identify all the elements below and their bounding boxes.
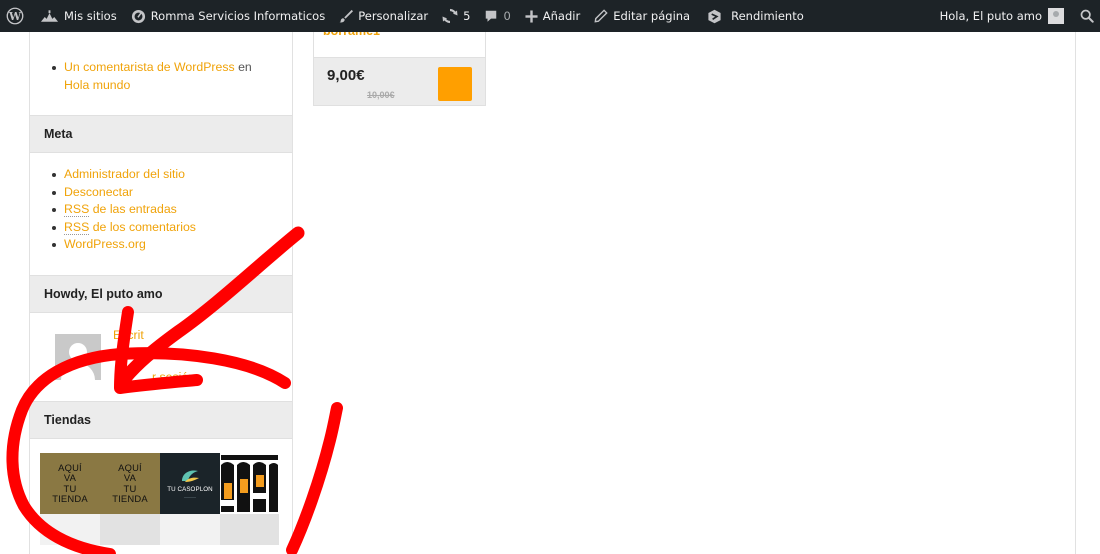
- list-item: RSS de las entradas: [52, 201, 292, 219]
- comment-post-link[interactable]: Hola mundo: [64, 78, 130, 92]
- howdy-widget-title: Howdy, El puto amo: [30, 275, 292, 313]
- edit-page-label: Editar página: [613, 9, 691, 23]
- casoplon-leaf-logo-icon: [182, 470, 199, 482]
- store-tu-casoplon-name: TU CASOPLON: [167, 486, 213, 493]
- paintbrush-icon: [339, 9, 354, 23]
- entries-rss-link[interactable]: RSS de las entradas: [64, 202, 177, 217]
- admin-bar: W Mis sitios Romma Servicios Informatico…: [0, 0, 1100, 32]
- recent-comments-list: Un comentarista de WordPress en Hola mun…: [30, 59, 292, 94]
- updates-button[interactable]: 5: [435, 0, 477, 32]
- rss-abbreviation: RSS: [64, 202, 90, 217]
- site-name-label: Romma Servicios Informaticos: [150, 9, 326, 23]
- performance-cube-icon: [708, 9, 721, 23]
- arches-logo-icon: [220, 453, 279, 514]
- store-placeholder-line: VA: [123, 472, 137, 483]
- pencil-icon: [594, 9, 608, 23]
- content-right-border: [1075, 32, 1076, 554]
- user-avatar: [55, 334, 101, 380]
- store-placeholder-line: VA: [63, 472, 77, 483]
- add-to-cart-button[interactable]: [438, 67, 472, 101]
- meta-links-list: Administrador del sitio Desconectar RSS …: [30, 166, 292, 254]
- list-item: WordPress.org: [52, 236, 292, 254]
- entries-rss-label: de las entradas: [92, 202, 177, 216]
- my-sites-label: Mis sitios: [64, 9, 117, 23]
- comments-rss-link[interactable]: RSS de los comentarios: [64, 219, 196, 235]
- greeting-label: Hola, El puto amo: [939, 9, 1042, 23]
- product-price: 9,00€: [327, 67, 365, 84]
- rss-abbreviation: RSS: [64, 219, 90, 235]
- store-placeholder-2[interactable]: AQUÍ VA TU TIENDA: [100, 453, 160, 514]
- logout-link[interactable]: Desconectar: [64, 185, 133, 199]
- store-strip: [160, 514, 220, 545]
- wordpress-logo-button[interactable]: W: [0, 0, 33, 32]
- logout-session-link[interactable]: r sesión: [152, 370, 195, 384]
- avatar-body-shape: [61, 363, 95, 380]
- updates-refresh-icon: [442, 8, 458, 24]
- store-placeholder-1[interactable]: AQUÍ VA TU TIENDA: [40, 453, 100, 514]
- site-name-menu[interactable]: Romma Servicios Informaticos: [124, 0, 333, 32]
- product-price-bar: 9,00€ 10,00€: [314, 57, 485, 105]
- stores-grid: AQUÍ VA TU TIENDA AQUÍ VA TU TIENDA TU C…: [40, 453, 279, 545]
- my-account-menu[interactable]: Hola, El puto amo: [933, 0, 1068, 32]
- product-card: borrame1 9,00€ 10,00€: [313, 32, 486, 106]
- dashboard-gauge-icon: [131, 9, 145, 23]
- search-button[interactable]: [1068, 0, 1100, 32]
- store-strip: [220, 514, 279, 545]
- plus-icon: [525, 9, 538, 23]
- store-strip: [100, 514, 160, 545]
- account-avatar: [1048, 8, 1064, 24]
- avatar-head-shape: [69, 343, 87, 361]
- store-logo-4[interactable]: [220, 453, 279, 514]
- my-sites-menu[interactable]: Mis sitios: [33, 0, 124, 32]
- updates-count: 5: [463, 9, 471, 23]
- svg-text:W: W: [8, 10, 22, 23]
- comment-author-link[interactable]: Un comentarista de WordPress: [64, 60, 235, 74]
- add-new-menu[interactable]: Añadir: [518, 0, 587, 32]
- my-sites-icon: [40, 10, 59, 22]
- comments-rss-label: de los comentarios: [92, 219, 196, 234]
- wordpress-logo-icon: W: [6, 7, 24, 25]
- store-tu-casoplon-tagline-mark: ———: [184, 494, 196, 499]
- stores-widget-title: Tiendas: [30, 401, 292, 439]
- store-tu-casoplon[interactable]: TU CASOPLON ———: [160, 453, 220, 514]
- list-item: Desconectar: [52, 184, 292, 202]
- sidebar: Un comentarista de WordPress en Hola mun…: [29, 32, 293, 554]
- comment-bubble-icon: [486, 10, 497, 22]
- add-new-label: Añadir: [542, 9, 581, 23]
- comment-conjunction: en: [238, 60, 252, 74]
- search-icon: [1080, 9, 1094, 23]
- site-admin-link[interactable]: Administrador del sitio: [64, 167, 185, 181]
- customize-button[interactable]: Personalizar: [332, 0, 435, 32]
- edit-page-button[interactable]: Editar página: [587, 0, 697, 32]
- performance-menu[interactable]: Rendimiento: [697, 0, 811, 32]
- write-link[interactable]: Escrit: [113, 328, 144, 342]
- store-placeholder-line: TIENDA: [52, 493, 88, 504]
- customize-label: Personalizar: [358, 9, 429, 23]
- product-title-link[interactable]: borrame1: [323, 32, 380, 38]
- comments-button[interactable]: 0: [477, 0, 517, 32]
- comments-count: 0: [503, 9, 511, 23]
- wordpress-org-link[interactable]: WordPress.org: [64, 237, 146, 251]
- store-placeholder-line: TIENDA: [112, 493, 148, 504]
- meta-widget-title: Meta: [30, 115, 292, 153]
- performance-label: Rendimiento: [731, 9, 804, 23]
- list-item: RSS de los comentarios: [52, 219, 292, 237]
- list-item: Un comentarista de WordPress en Hola mun…: [52, 59, 292, 94]
- store-strip: [40, 514, 100, 545]
- list-item: Administrador del sitio: [52, 166, 292, 184]
- product-old-price: 10,00€: [367, 90, 395, 100]
